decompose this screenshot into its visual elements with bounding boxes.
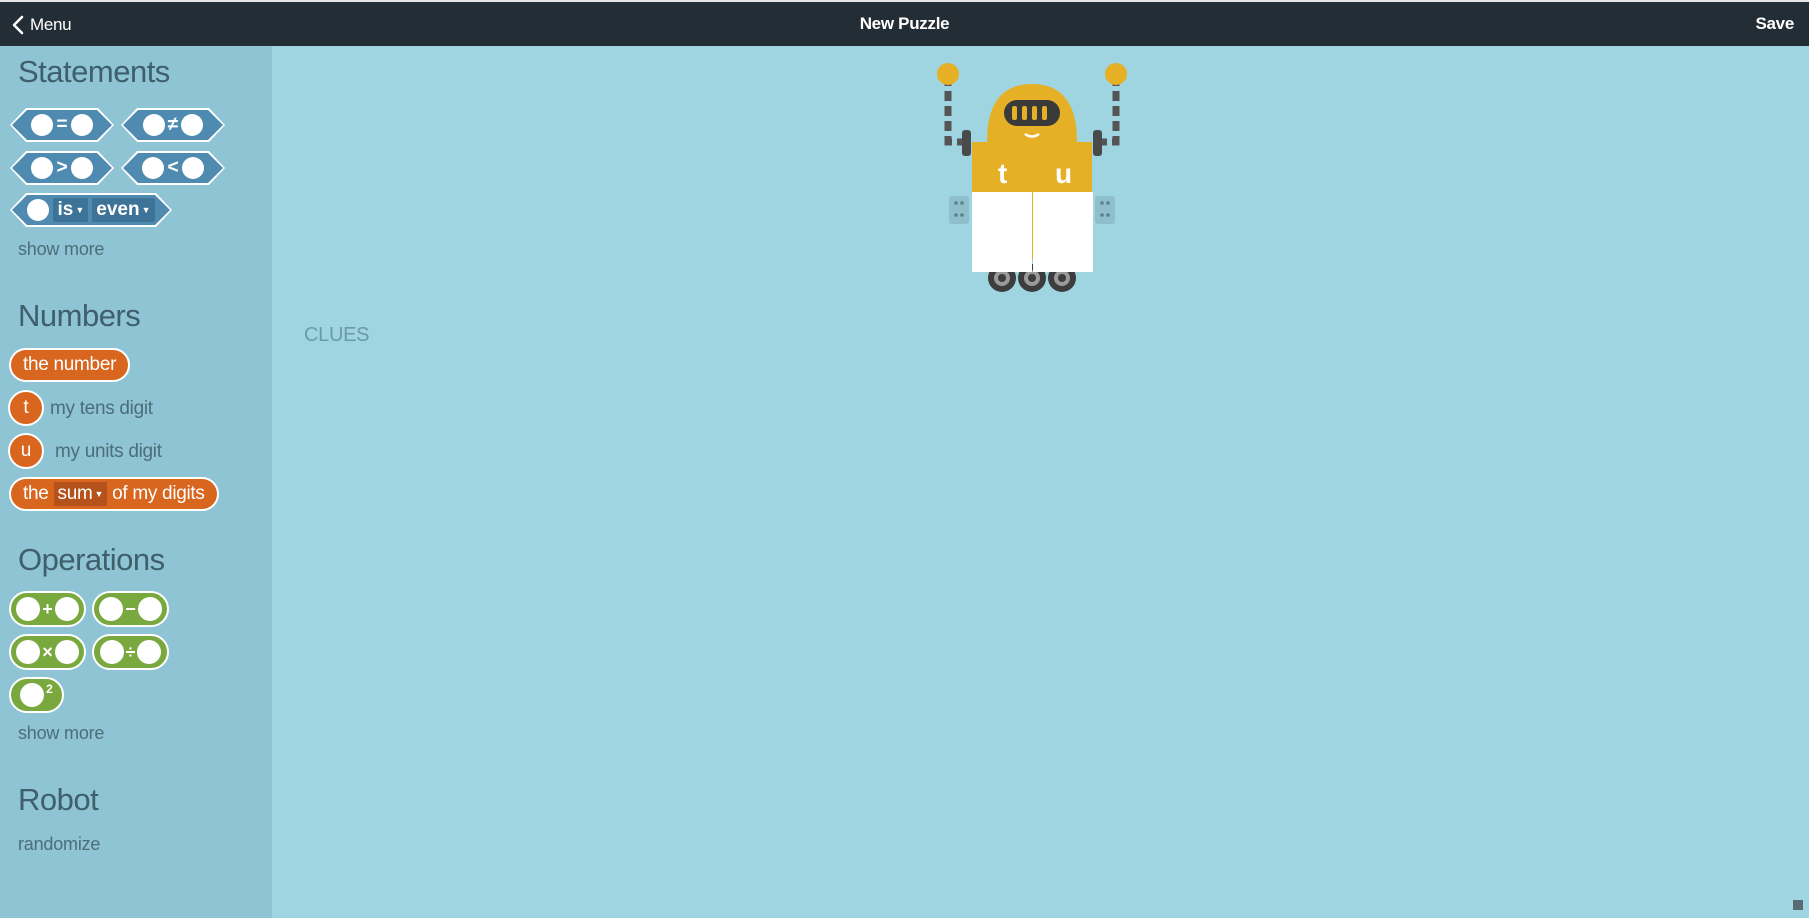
robot-body-graphic: [937, 63, 1127, 292]
divide-operation-block[interactable]: ÷: [92, 634, 169, 670]
robot-illustration: t u: [912, 58, 1152, 313]
less-than-statement-block[interactable]: <: [121, 151, 225, 185]
value-slot[interactable]: [99, 640, 124, 664]
value-slot[interactable]: [71, 114, 93, 136]
parity-dropdown[interactable]: even ▼: [92, 198, 154, 222]
robot-tens-letter: t: [998, 158, 1008, 189]
value-slot[interactable]: [27, 199, 49, 221]
puzzle-canvas: t u CLUES: [272, 46, 1809, 918]
add-operation-block[interactable]: +: [9, 591, 86, 627]
value-slot[interactable]: [54, 640, 79, 664]
value-slot[interactable]: [182, 157, 204, 179]
numbers-heading: Numbers: [18, 298, 141, 333]
value-slot[interactable]: [54, 597, 79, 621]
tens-digit-block[interactable]: t: [8, 390, 44, 426]
page-title: New Puzzle: [859, 14, 950, 33]
block-palette-sidebar: Statements = ≠ > < is ▼ even ▼ show more N…: [0, 46, 272, 918]
statements-heading: Statements: [18, 54, 170, 89]
caret-down-icon: ▼: [75, 205, 85, 215]
resize-handle-icon[interactable]: [1793, 900, 1803, 910]
top-bar: Menu New Puzzle Save: [0, 0, 1809, 46]
digits-function-dropdown[interactable]: sum ▼: [53, 482, 108, 506]
operations-show-more-link[interactable]: show more: [18, 723, 104, 744]
value-slot[interactable]: [20, 683, 45, 707]
operations-heading: Operations: [18, 542, 165, 577]
caret-down-icon: ▼: [94, 489, 104, 499]
value-slot[interactable]: [143, 114, 165, 136]
equals-statement-block[interactable]: =: [10, 108, 114, 142]
value-slot[interactable]: [31, 157, 53, 179]
multiply-operation-block[interactable]: ×: [9, 634, 86, 670]
digits-function-block[interactable]: the sum ▼ of my digits: [9, 477, 219, 511]
value-slot[interactable]: [99, 597, 124, 621]
operator-label: ≠: [167, 114, 179, 135]
value-slot[interactable]: [31, 114, 53, 136]
statements-show-more-link[interactable]: show more: [18, 239, 104, 260]
tens-digit-label: my tens digit: [50, 398, 153, 419]
value-slot[interactable]: [16, 640, 41, 664]
the-number-block[interactable]: the number: [9, 348, 131, 382]
value-slot[interactable]: [137, 640, 162, 664]
tens-digit-display: [972, 192, 1032, 272]
units-digit-display: [1033, 192, 1093, 272]
value-slot[interactable]: [16, 597, 41, 621]
robot-units-letter: u: [1055, 158, 1073, 189]
operator-label: >: [56, 157, 68, 178]
units-digit-label: my units digit: [55, 441, 162, 462]
units-digit-block[interactable]: u: [8, 433, 44, 469]
is-dropdown[interactable]: is ▼: [53, 198, 88, 222]
square-operation-block[interactable]: 2: [9, 677, 64, 713]
value-slot[interactable]: [142, 157, 164, 179]
value-slot[interactable]: [71, 157, 93, 179]
operator-label: <: [167, 157, 179, 178]
save-button[interactable]: Save: [1755, 14, 1794, 34]
parity-statement-block[interactable]: is ▼ even ▼: [10, 193, 172, 227]
value-slot[interactable]: [181, 114, 203, 136]
greater-than-statement-block[interactable]: >: [10, 151, 114, 185]
not-equals-statement-block[interactable]: ≠: [121, 108, 225, 142]
subtract-operation-block[interactable]: −: [92, 591, 169, 627]
operator-label: =: [56, 114, 68, 135]
caret-down-icon: ▼: [141, 205, 151, 215]
value-slot[interactable]: [137, 597, 162, 621]
clues-label: CLUES: [304, 324, 370, 346]
randomize-link[interactable]: randomize: [18, 834, 100, 855]
robot-heading: Robot: [18, 782, 99, 817]
